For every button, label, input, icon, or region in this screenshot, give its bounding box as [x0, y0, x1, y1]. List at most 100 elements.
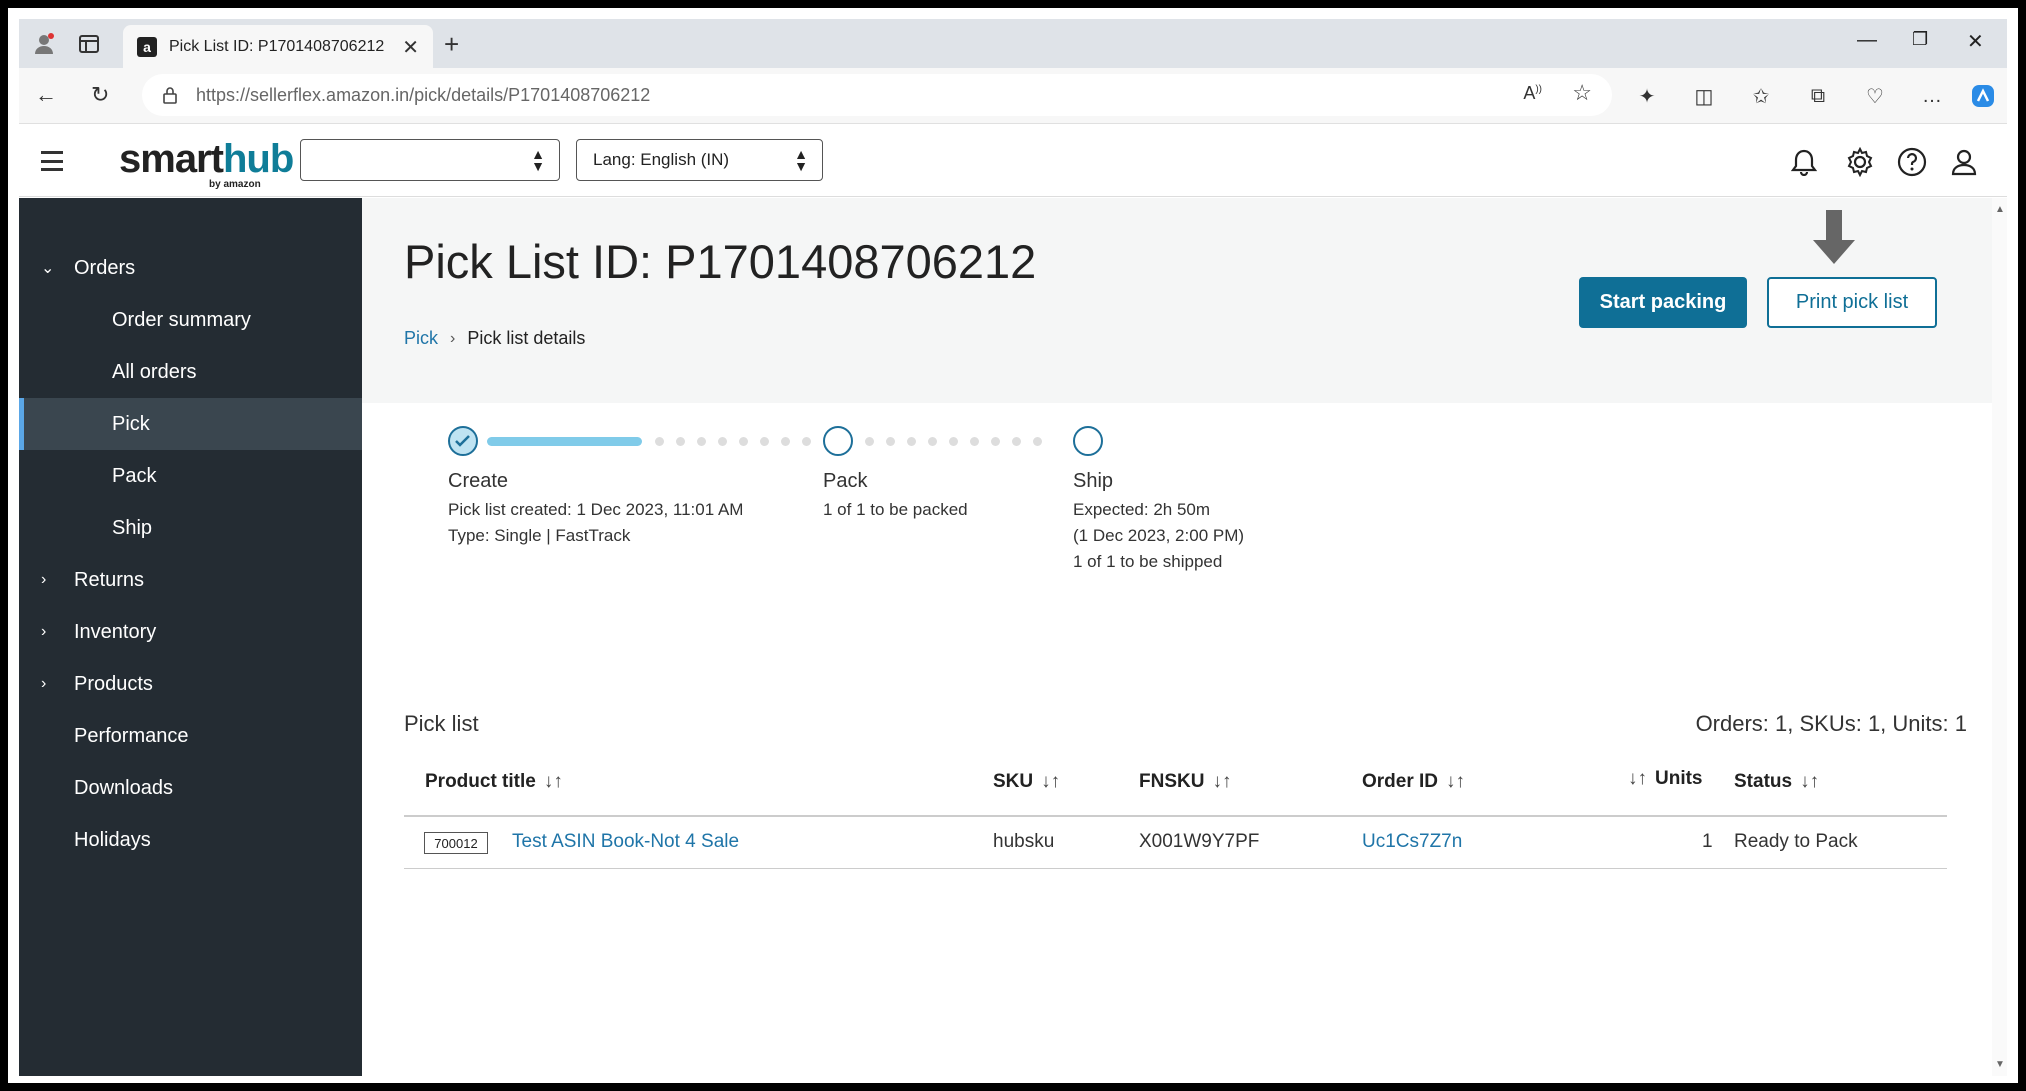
user-account-icon[interactable] — [1949, 147, 1979, 177]
column-header-fnsku[interactable]: FNSKU ↓↑ — [1139, 771, 1231, 793]
breadcrumb-pick-link[interactable]: Pick — [404, 328, 438, 349]
sidebar-item-pack[interactable]: Pack — [19, 450, 362, 502]
column-header-order-id[interactable]: Order ID ↓↑ — [1362, 771, 1465, 793]
step-ship-title: Ship — [1073, 470, 1114, 492]
scroll-down-icon[interactable]: ▼ — [1995, 1059, 2005, 1070]
pick-list-summary: Orders: 1, SKUs: 1, Units: 1 — [1695, 711, 1967, 736]
notifications-bell-icon[interactable] — [1789, 147, 1819, 177]
step-ship-circle — [1073, 426, 1103, 456]
progress-dot — [928, 437, 937, 446]
progress-dot — [865, 437, 874, 446]
progress-dot — [760, 437, 769, 446]
progress-dot — [697, 437, 706, 446]
chevron-right-icon: › — [41, 623, 47, 640]
restore-icon[interactable]: ❐ — [1912, 29, 1928, 50]
sidebar-item-label: Ship — [112, 516, 153, 539]
column-header-status[interactable]: Status ↓↑ — [1734, 771, 1819, 793]
sidebar-item-label: Order summary — [112, 308, 251, 331]
browser-essentials-icon[interactable]: ♡ — [1861, 82, 1889, 110]
sort-icon: ↓↑ — [1628, 768, 1647, 789]
sort-icon: ↓↑ — [1041, 771, 1061, 792]
address-bar[interactable]: https://sellerflex.amazon.in/pick/detail… — [142, 74, 1612, 116]
copilot-icon[interactable] — [1969, 82, 1997, 110]
split-screen-icon[interactable]: ◫ — [1690, 82, 1718, 110]
step-ship-line: 1 of 1 to be shipped — [1073, 552, 1223, 571]
collections-icon[interactable]: ⧉ — [1804, 82, 1832, 110]
store-select[interactable]: ▲ ▼ — [300, 139, 560, 181]
profile-icon[interactable] — [31, 31, 57, 57]
favorite-star-icon[interactable]: ☆ — [1572, 80, 1592, 106]
arrow-down-icon — [1813, 210, 1855, 264]
product-title-link[interactable]: Test ASIN Book-Not 4 Sale — [512, 831, 739, 853]
refresh-icon[interactable]: ↻ — [91, 82, 109, 108]
start-packing-button[interactable]: Start packing — [1579, 277, 1747, 328]
sidebar-item-inventory[interactable]: › Inventory — [19, 606, 362, 658]
progress-dot — [991, 437, 1000, 446]
browser-toolbar: ← ↻ https://sellerflex.amazon.in/pick/de… — [19, 68, 2007, 124]
column-header-product-title[interactable]: Product title ↓↑ — [425, 771, 563, 793]
sidebar-item-label: Products — [74, 672, 153, 695]
step-pack-line: 1 of 1 to be packed — [823, 500, 968, 519]
page-scrollbar[interactable]: ▲ ▼ — [1992, 198, 2007, 1076]
extensions-icon[interactable]: ✦ — [1633, 82, 1661, 110]
step-ship-line: Expected: 2h 50m — [1073, 500, 1211, 519]
amazon-favicon-icon: a — [137, 36, 157, 57]
sidebar-item-label: Inventory — [74, 620, 157, 643]
column-header-sku[interactable]: SKU ↓↑ — [993, 771, 1060, 793]
select-arrows-icon: ▲ ▼ — [794, 146, 808, 174]
column-header-units[interactable]: ↓↑ Units — [1628, 768, 1703, 790]
progress-dot — [907, 437, 916, 446]
sidebar-item-label: Returns — [74, 568, 145, 591]
table-row-divider — [404, 868, 1947, 869]
step-ship-line: (1 Dec 2023, 2:00 PM) — [1073, 526, 1245, 545]
smarthub-logo[interactable]: smarthub — [119, 137, 294, 182]
lock-icon — [163, 87, 177, 104]
more-options-icon[interactable]: … — [1918, 82, 1946, 110]
sidebar-item-performance[interactable]: Performance — [19, 710, 362, 762]
favorites-icon[interactable]: ✩ — [1747, 82, 1775, 110]
sidebar-item-returns[interactable]: › Returns — [19, 554, 362, 606]
sidebar-item-pick[interactable]: Pick — [19, 398, 362, 450]
read-aloud-icon[interactable]: A)) — [1523, 83, 1542, 104]
sidebar: ⌄ Orders Order summary All orders Pick P… — [19, 198, 362, 1076]
sidebar-item-downloads[interactable]: Downloads — [19, 762, 362, 814]
close-window-icon[interactable]: ✕ — [1967, 29, 1984, 54]
scroll-up-icon[interactable]: ▲ — [1995, 204, 2005, 215]
progress-dot — [949, 437, 958, 446]
progress-dot — [739, 437, 748, 446]
minimize-icon[interactable]: — — [1857, 29, 1877, 52]
sidebar-item-products[interactable]: › Products — [19, 658, 362, 710]
chevron-down-icon: ⌄ — [41, 260, 55, 277]
browser-tab[interactable]: a Pick List ID: P1701408706212 ✕ — [123, 25, 433, 68]
url-host: https://sellerflex.amazon.in — [196, 84, 410, 105]
progress-fill — [487, 437, 642, 446]
step-pack-title: Pack — [823, 470, 868, 492]
sidebar-item-holidays[interactable]: Holidays — [19, 814, 362, 866]
sidebar-item-orders[interactable]: ⌄ Orders — [19, 242, 362, 294]
progress-dot — [886, 437, 895, 446]
sidebar-item-all-orders[interactable]: All orders — [19, 346, 362, 398]
back-icon[interactable]: ← — [35, 82, 57, 108]
help-icon[interactable] — [1897, 147, 1927, 177]
breadcrumb-current: Pick list details — [467, 328, 586, 348]
settings-gear-icon[interactable] — [1845, 147, 1875, 177]
sidebar-item-ship[interactable]: Ship — [19, 502, 362, 554]
fnsku-cell: X001W9Y7PF — [1139, 831, 1260, 852]
tab-actions-icon[interactable] — [76, 31, 102, 57]
language-select[interactable]: Lang: English (IN) ▲ ▼ — [576, 139, 823, 181]
menu-hamburger-icon[interactable] — [41, 151, 63, 171]
column-label: Order ID — [1362, 771, 1439, 792]
sidebar-item-order-summary[interactable]: Order summary — [19, 294, 362, 346]
new-tab-icon[interactable]: + — [444, 29, 459, 60]
logo-hub: hub — [222, 137, 294, 181]
sidebar-item-label: Pick — [112, 412, 150, 435]
sort-icon: ↓↑ — [1446, 771, 1466, 792]
order-id-link[interactable]: Uc1Cs7Z7n — [1362, 831, 1462, 853]
product-tag: 700012 — [424, 832, 488, 854]
tab-title: Pick List ID: P1701408706212 — [169, 37, 385, 55]
print-pick-list-button[interactable]: Print pick list — [1767, 277, 1937, 328]
close-tab-icon[interactable]: ✕ — [402, 35, 419, 60]
step-create-line: Pick list created: 1 Dec 2023, 11:01 AM — [448, 500, 744, 519]
sku-cell: hubsku — [993, 831, 1055, 852]
column-label: SKU — [993, 771, 1034, 792]
